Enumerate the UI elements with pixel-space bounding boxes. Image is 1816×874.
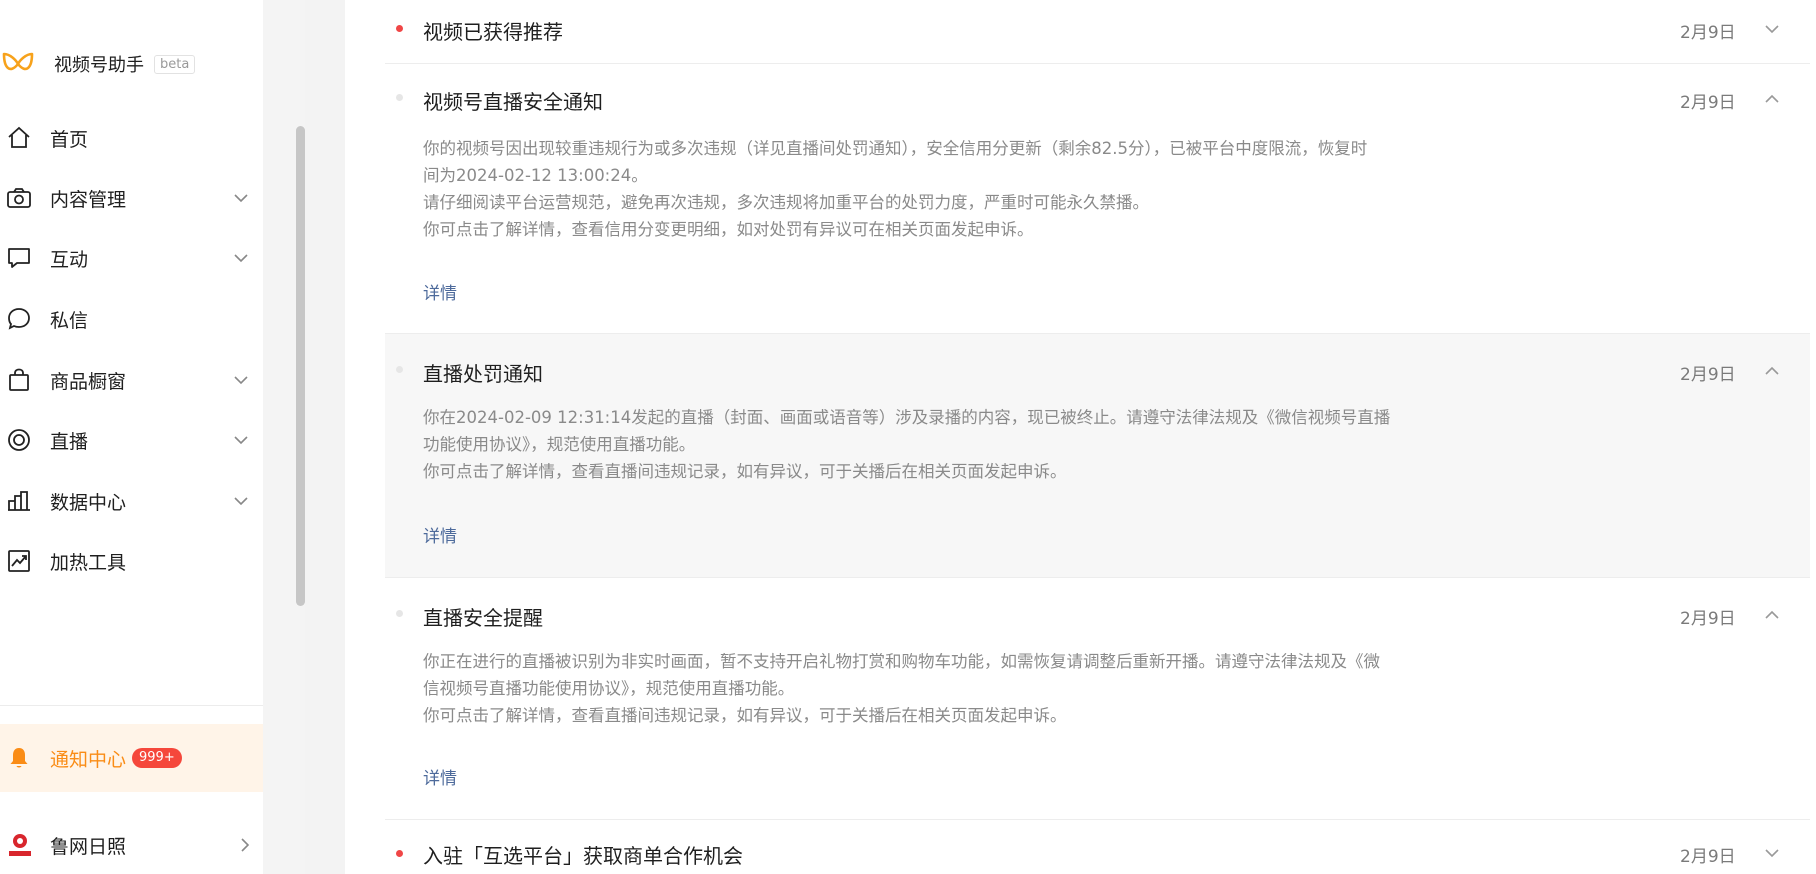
home-icon bbox=[8, 126, 30, 148]
notification-date: 2月9日 bbox=[1680, 609, 1736, 629]
notification-item[interactable]: 直播处罚通知 2月9日 你在2024-02-09 12:31:14发起的直播（封… bbox=[385, 334, 1810, 578]
sidebar-divider bbox=[0, 705, 263, 706]
account-name: 鲁网日照 bbox=[50, 835, 127, 858]
chevron-down-icon bbox=[234, 376, 248, 385]
notification-item[interactable]: 视频号直播安全通知 2月9日 你的视频号因出现较重违规行为或多次违规（详见直播间… bbox=[385, 64, 1810, 334]
notification-item[interactable]: 直播安全提醒 2月9日 你正在进行的直播被识别为非实时画面，暂不支持开启礼物打赏… bbox=[385, 578, 1810, 820]
notification-list: 视频已获得推荐 2月9日 视频号直播安全通知 2月9日 你的视频号因出现较重违规… bbox=[345, 0, 1816, 874]
sidebar-item-home[interactable]: 首页 bbox=[0, 116, 240, 160]
sidebar-item-label: 互动 bbox=[50, 248, 89, 271]
sidebar-item-content[interactable]: 内容管理 bbox=[0, 176, 248, 220]
app-name: 视频号助手 bbox=[54, 55, 144, 76]
sidebar-item-notifications[interactable]: 通知中心 999+ bbox=[0, 724, 263, 792]
read-dot bbox=[396, 366, 403, 373]
sidebar-item-messages[interactable]: 私信 bbox=[0, 297, 240, 341]
notification-body: 你正在进行的直播被识别为非实时画面，暂不支持开启礼物打赏和购物车功能，如需恢复请… bbox=[423, 648, 1443, 729]
sidebar-item-label: 通知中心 bbox=[50, 748, 127, 771]
notification-date: 2月9日 bbox=[1680, 93, 1736, 113]
detail-link[interactable]: 详情 bbox=[423, 764, 457, 789]
chevron-right-icon bbox=[241, 838, 250, 852]
notification-title: 视频号直播安全通知 bbox=[423, 90, 603, 114]
notification-title: 入驻「互选平台」获取商单合作机会 bbox=[423, 844, 743, 868]
sidebar-item-label: 直播 bbox=[50, 430, 89, 453]
body-line: 你可点击了解详情，查看直播间违规记录，如有异议，可于关播后在相关页面发起申诉。 bbox=[423, 706, 1067, 725]
notification-item[interactable]: 视频已获得推荐 2月9日 bbox=[385, 0, 1810, 64]
content-gutter bbox=[305, 0, 345, 874]
notification-item[interactable]: 入驻「互选平台」获取商单合作机会 2月9日 bbox=[385, 820, 1810, 874]
unread-dot bbox=[396, 25, 403, 32]
trend-chart-icon bbox=[8, 550, 30, 572]
sidebar: 视频号助手 beta 首页 内容管理 互动 私信 商品橱窗 直播 数据中心 加热… bbox=[0, 0, 263, 874]
chevron-up-icon[interactable] bbox=[1763, 90, 1781, 108]
comment-icon bbox=[8, 248, 30, 268]
chevron-down-icon bbox=[234, 194, 248, 203]
unread-dot bbox=[396, 850, 403, 857]
notification-title: 视频已获得推荐 bbox=[423, 20, 563, 44]
butterfly-logo-icon bbox=[2, 52, 34, 71]
live-icon bbox=[8, 429, 30, 451]
notification-count-badge: 999+ bbox=[132, 748, 182, 768]
sidebar-item-data[interactable]: 数据中心 bbox=[0, 479, 248, 523]
app-logo-row: 视频号助手 beta bbox=[0, 44, 196, 84]
notification-title: 直播处罚通知 bbox=[423, 362, 543, 386]
notification-body: 你的视频号因出现较重违规行为或多次违规（详见直播间处罚通知），安全信用分更新（剩… bbox=[423, 135, 1443, 243]
chevron-down-icon bbox=[234, 497, 248, 506]
bell-icon bbox=[10, 748, 28, 768]
notification-body: 你在2024-02-09 12:31:14发起的直播（封面、画面或语音等）涉及录… bbox=[423, 404, 1443, 485]
camera-icon bbox=[7, 188, 31, 208]
sidebar-item-label: 数据中心 bbox=[50, 491, 127, 514]
body-line: 你在2024-02-09 12:31:14发起的直播（封面、画面或语音等）涉及录… bbox=[423, 408, 1391, 427]
body-line: 你可点击了解详情，查看信用分变更明细，如对处罚有异议可在相关页面发起申诉。 bbox=[423, 220, 1034, 239]
sidebar-item-promote[interactable]: 加热工具 bbox=[0, 539, 240, 583]
chevron-down-icon[interactable] bbox=[1763, 20, 1781, 38]
chevron-down-icon[interactable] bbox=[1763, 844, 1781, 862]
body-line: 你的视频号因出现较重违规行为或多次违规（详见直播间处罚通知），安全信用分更新（剩… bbox=[423, 139, 1368, 158]
chevron-down-icon bbox=[234, 436, 248, 445]
bar-chart-icon bbox=[8, 491, 30, 511]
account-avatar bbox=[9, 834, 31, 856]
account-switcher[interactable]: 鲁网日照 bbox=[0, 820, 263, 870]
sidebar-item-label: 商品橱窗 bbox=[50, 370, 127, 393]
app-root: 视频号助手 beta 首页 内容管理 互动 私信 商品橱窗 直播 数据中心 加热… bbox=[0, 0, 1816, 874]
chevron-up-icon[interactable] bbox=[1763, 362, 1781, 380]
notification-date: 2月9日 bbox=[1680, 23, 1736, 43]
body-line: 信视频号直播功能使用协议》，规范使用直播功能。 bbox=[423, 679, 795, 698]
detail-link[interactable]: 详情 bbox=[423, 279, 457, 304]
body-line: 你正在进行的直播被识别为非实时画面，暂不支持开启礼物打赏和购物车功能，如需恢复请… bbox=[423, 652, 1380, 671]
detail-link[interactable]: 详情 bbox=[423, 522, 457, 547]
sidebar-item-label: 私信 bbox=[50, 309, 89, 332]
body-line: 你可点击了解详情，查看直播间违规记录，如有异议，可于关播后在相关页面发起申诉。 bbox=[423, 462, 1067, 481]
body-line: 功能使用协议》，规范使用直播功能。 bbox=[423, 435, 696, 454]
body-line: 间为2024-02-12 13:00:24。 bbox=[423, 166, 648, 185]
body-line: 请仔细阅读平台运营规范，避免再次违规，多次违规将加重平台的处罚力度，严重时可能永… bbox=[423, 193, 1149, 212]
sidebar-item-label: 内容管理 bbox=[50, 188, 127, 211]
shopping-bag-icon bbox=[9, 368, 29, 391]
read-dot bbox=[396, 610, 403, 617]
beta-tag: beta bbox=[154, 54, 196, 74]
notification-title: 直播安全提醒 bbox=[423, 606, 543, 630]
chevron-up-icon[interactable] bbox=[1763, 606, 1781, 624]
chevron-down-icon bbox=[234, 254, 248, 263]
notification-date: 2月9日 bbox=[1680, 365, 1736, 385]
read-dot bbox=[396, 94, 403, 101]
sidebar-item-label: 加热工具 bbox=[50, 551, 127, 574]
sidebar-item-label: 首页 bbox=[50, 128, 89, 151]
chat-bubble-icon bbox=[8, 308, 30, 330]
sidebar-scrollbar-thumb[interactable] bbox=[296, 126, 305, 606]
sidebar-item-interaction[interactable]: 互动 bbox=[0, 236, 248, 280]
sidebar-item-shop[interactable]: 商品橱窗 bbox=[0, 358, 248, 402]
sidebar-item-live[interactable]: 直播 bbox=[0, 418, 248, 462]
notification-date: 2月9日 bbox=[1680, 847, 1736, 867]
